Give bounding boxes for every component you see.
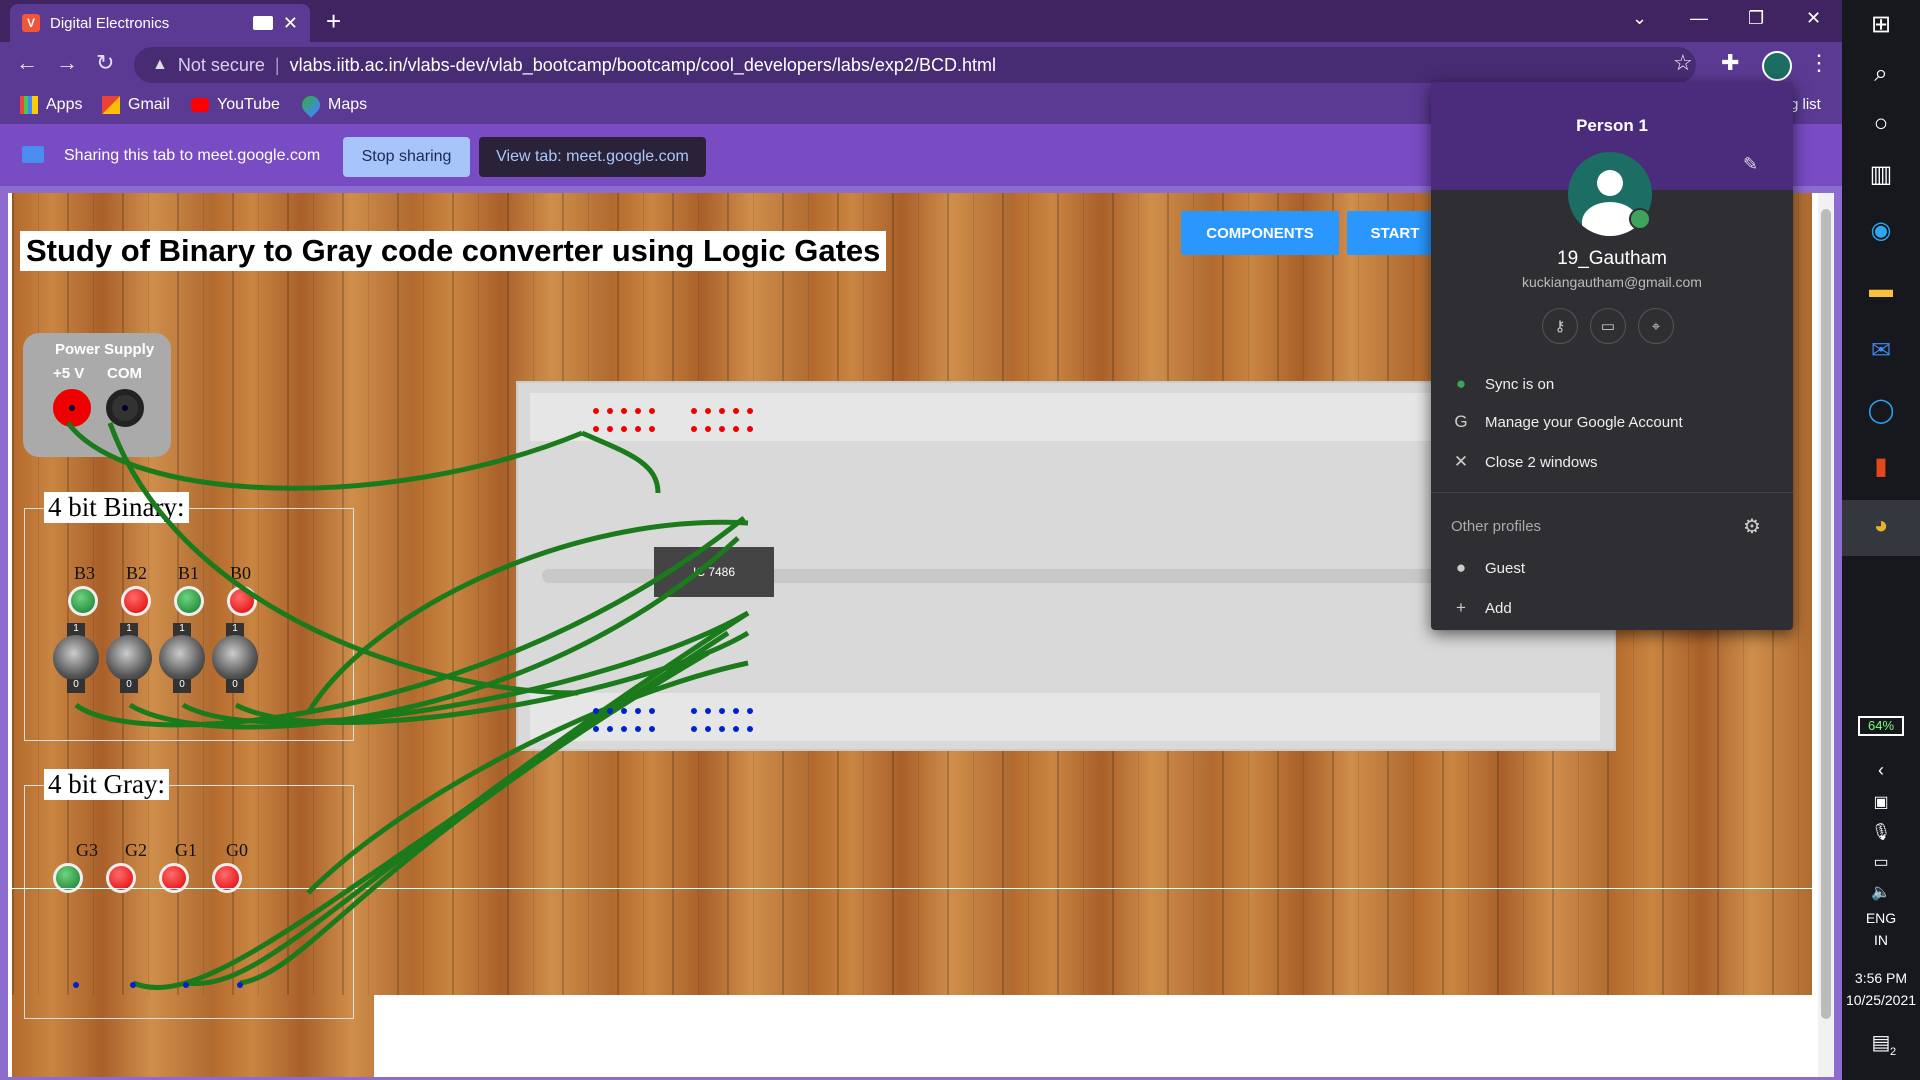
file-explorer-icon[interactable]: ▬ — [1842, 276, 1920, 304]
scrollbar-thumb[interactable] — [1821, 209, 1831, 1019]
cortana-ring-icon[interactable]: ◯ — [1842, 396, 1920, 425]
manage-account-label: Manage your Google Account — [1485, 413, 1683, 431]
tab-close-icon[interactable]: ✕ — [283, 13, 298, 34]
new-tab-icon[interactable]: + — [326, 6, 341, 37]
gmail-icon — [102, 96, 120, 114]
guest-label: Guest — [1485, 559, 1526, 577]
restore-icon[interactable]: ❐ — [1748, 8, 1764, 29]
edge-icon[interactable]: ◉ — [1842, 216, 1920, 245]
tab-search-icon[interactable]: ⌄ — [1632, 8, 1647, 29]
profile-email: kuckiangautham@gmail.com — [1522, 274, 1702, 290]
clock-time[interactable]: 3:56 PM — [1842, 970, 1920, 986]
mail-icon[interactable]: ✉ — [1842, 336, 1920, 365]
microphone-icon[interactable]: 🎙 — [1842, 822, 1920, 842]
bookmark-label: Maps — [328, 96, 368, 113]
wire-bridge-1[interactable] — [305, 519, 749, 715]
battery-indicator[interactable]: 64% — [1858, 716, 1904, 736]
warning-icon: ▲ — [152, 56, 168, 73]
wire-power-to-rail[interactable] — [66, 421, 583, 491]
close-windows-row[interactable]: ✕ Close 2 windows — [1451, 452, 1598, 472]
close-windows-label: Close 2 windows — [1485, 453, 1598, 471]
not-secure-label: Not secure — [177, 54, 265, 75]
bookmark-apps[interactable]: Apps — [20, 96, 82, 114]
task-view-icon[interactable]: ▥ — [1842, 160, 1920, 189]
guest-avatar-icon: ● — [1455, 558, 1467, 577]
edit-pencil-icon[interactable]: ✎ — [1743, 154, 1758, 175]
bookmark-label: Apps — [46, 96, 83, 113]
guest-profile-row[interactable]: ● Guest — [1451, 558, 1525, 578]
bookmark-gmail[interactable]: Gmail — [102, 96, 170, 114]
window-close-icon[interactable]: ✕ — [1806, 8, 1821, 29]
add-profile-row[interactable]: + Add — [1451, 598, 1512, 618]
profile-menu: Person 1 ✎ 19_Gautham kuckiangautham@gma… — [1431, 82, 1793, 630]
address-bar[interactable]: ▲ Not secure | vlabs.iitb.ac.in/vlabs-de… — [134, 47, 1696, 83]
language-code[interactable]: ENG — [1842, 910, 1920, 926]
bookmark-maps[interactable]: Maps — [298, 92, 368, 118]
windows-start-icon[interactable]: ⊞ — [1842, 10, 1920, 39]
avatar-head — [1597, 170, 1623, 196]
notification-count: 2 — [1889, 1046, 1897, 1058]
tab-title: Digital Electronics — [50, 14, 170, 32]
minimize-icon[interactable]: — — [1690, 8, 1708, 29]
tab-sharing-icon — [252, 16, 273, 30]
sync-badge-icon — [1629, 208, 1651, 230]
profile-username: 19_Gautham — [1557, 248, 1667, 269]
passwords-key-icon[interactable]: ⚷ — [1542, 308, 1578, 344]
screen-share-icon — [22, 146, 44, 163]
stop-sharing-button[interactable]: Stop sharing — [343, 137, 470, 177]
sharing-text: Sharing this tab to meet.google.com — [64, 147, 321, 164]
sync-label: Sync is on — [1485, 375, 1555, 393]
bookmark-label: YouTube — [217, 96, 280, 113]
view-tab-button[interactable]: View tab: meet.google.com — [479, 137, 706, 177]
power-battery-icon[interactable]: ▭ — [1842, 852, 1920, 872]
maps-icon — [298, 92, 324, 118]
volume-icon[interactable]: 🔈 — [1842, 882, 1920, 902]
profile-header-name: Person 1 — [1576, 116, 1648, 135]
search-icon[interactable]: ⌕ — [1842, 60, 1920, 88]
windows-taskbar: ⊞ ⌕ ○ ▥ ◉ ▬ ✉ ◯ ▮ ◕ 64% ‹ ▣ 🎙 ▭ 🔈 ENG IN… — [1842, 0, 1920, 1080]
youtube-icon — [191, 98, 209, 112]
apps-grid-icon — [20, 96, 38, 114]
add-profile-label: Add — [1485, 599, 1512, 617]
show-hidden-icons-icon[interactable]: ‹ — [1842, 760, 1920, 781]
payment-card-icon[interactable]: ▭ — [1590, 308, 1626, 344]
close-x-icon: ✕ — [1453, 452, 1469, 471]
extensions-icon[interactable]: ✚ — [1721, 50, 1739, 76]
sync-icon: ● — [1455, 374, 1467, 393]
forward-icon[interactable]: → — [56, 50, 78, 76]
bookmark-label: Gmail — [128, 96, 170, 113]
add-plus-icon: + — [1456, 598, 1466, 617]
clock-date[interactable]: 10/25/2021 — [1842, 992, 1920, 1008]
wire-b2-to-ic[interactable] — [128, 536, 740, 730]
profile-menu-divider — [1431, 492, 1793, 493]
manage-profiles-gear-icon[interactable]: ⚙ — [1743, 514, 1761, 539]
profile-avatar-button[interactable] — [1762, 51, 1792, 81]
addresses-pin-icon[interactable]: ⌖ — [1638, 308, 1674, 344]
top-rail-dots — [593, 408, 753, 432]
reading-list-label[interactable]: g list — [1790, 96, 1821, 113]
sync-row[interactable]: ● Sync is on — [1451, 374, 1554, 394]
tab-strip: V Digital Electronics ✕ + ⌄ — ❐ ✕ — [0, 0, 1842, 42]
other-profiles-heading: Other profiles — [1451, 518, 1542, 535]
bookmark-star-icon[interactable]: ☆ — [1673, 50, 1693, 76]
bookmark-youtube[interactable]: YouTube — [191, 96, 280, 114]
manage-account-row[interactable]: G Manage your Google Account — [1451, 412, 1683, 432]
chrome-icon[interactable]: ◕ — [1842, 512, 1920, 540]
menu-icon[interactable]: ⋮ — [1808, 50, 1830, 76]
cortana-icon[interactable]: ○ — [1842, 110, 1920, 138]
vlab-favicon-icon: V — [22, 14, 40, 32]
reload-icon[interactable]: ↻ — [96, 50, 114, 76]
meet-now-icon[interactable]: ▣ — [1842, 792, 1920, 812]
office-icon[interactable]: ▮ — [1842, 452, 1920, 481]
back-icon[interactable]: ← — [16, 50, 38, 76]
url-separator: | — [274, 54, 280, 75]
google-g-icon: G — [1454, 412, 1468, 431]
page-scrollbar[interactable] — [1818, 193, 1834, 1077]
wire-rail-to-row[interactable] — [581, 430, 661, 494]
language-region[interactable]: IN — [1842, 932, 1920, 948]
url-text: vlabs.iitb.ac.in/vlabs-dev/vlab_bootcamp… — [289, 54, 996, 75]
tab-digital-electronics[interactable]: V Digital Electronics ✕ — [10, 4, 310, 42]
